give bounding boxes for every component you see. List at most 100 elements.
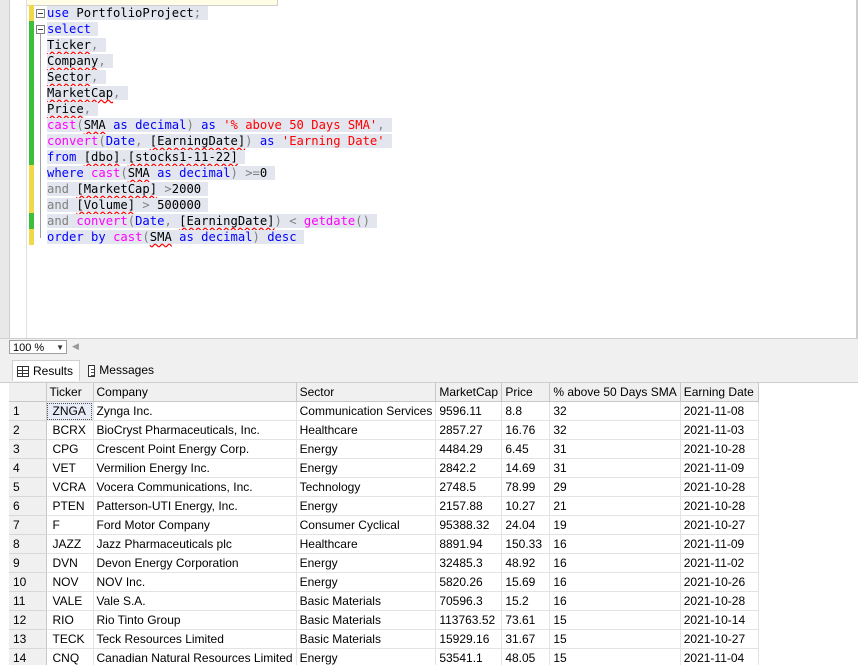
fold-toggle-use-icon[interactable]: [36, 9, 45, 18]
grid-cell[interactable]: Technology: [296, 477, 437, 497]
grid-cell[interactable]: Zynga Inc.: [93, 401, 297, 421]
code-line[interactable]: Sector,: [47, 69, 106, 85]
code-line[interactable]: use PortfolioProject;: [47, 5, 209, 21]
grid-corner-cell[interactable]: [9, 383, 47, 402]
grid-cell[interactable]: 95388.32: [435, 515, 503, 535]
row-number[interactable]: 11: [9, 591, 47, 611]
code-line[interactable]: Price,: [47, 101, 99, 117]
grid-cell[interactable]: 8891.94: [435, 534, 503, 554]
grid-cell[interactable]: 2021-10-28: [680, 439, 759, 459]
grid-cell[interactable]: 2021-10-27: [680, 515, 759, 535]
grid-cell[interactable]: Basic Materials: [296, 591, 437, 611]
zoom-select[interactable]: 100 % ▼: [9, 340, 67, 354]
grid-cell[interactable]: 2857.27: [435, 420, 503, 440]
table-row[interactable]: 8 JAZZ Jazz Pharmaceuticals plc Healthcare 8…: [9, 534, 759, 554]
column-header[interactable]: MarketCap: [435, 383, 503, 402]
grid-cell[interactable]: 2021-10-28: [680, 591, 759, 611]
scroll-left-arrow-icon[interactable]: ◀: [72, 341, 79, 352]
grid-cell[interactable]: 2748.5: [435, 477, 503, 497]
grid-cell[interactable]: 9596.11: [435, 401, 503, 421]
grid-cell[interactable]: 2021-10-26: [680, 572, 759, 592]
grid-cell[interactable]: 15: [549, 629, 681, 649]
grid-cell[interactable]: Devon Energy Corporation: [93, 553, 297, 573]
code-line[interactable]: convert(Date, [EarningDate]) as 'Earning…: [47, 133, 392, 149]
column-header[interactable]: Company: [93, 383, 297, 402]
grid-cell[interactable]: 48.92: [501, 553, 551, 573]
grid-cell[interactable]: Basic Materials: [296, 629, 437, 649]
grid-cell[interactable]: 16: [549, 553, 681, 573]
grid-cell[interactable]: Energy: [296, 458, 437, 478]
table-row[interactable]: 11 VALE Vale S.A. Basic Materials 70596.3 15.…: [9, 591, 759, 611]
grid-cell[interactable]: CNQ: [46, 648, 94, 665]
grid-cell[interactable]: 21: [549, 496, 681, 516]
grid-cell[interactable]: VET: [46, 458, 94, 478]
grid-cell[interactable]: Healthcare: [296, 534, 437, 554]
table-row[interactable]: 9 DVN Devon Energy Corporation Energy 32485.…: [9, 553, 759, 573]
grid-cell[interactable]: ZNGA: [46, 401, 94, 421]
grid-cell[interactable]: 15929.16: [435, 629, 503, 649]
grid-cell[interactable]: VCRA: [46, 477, 94, 497]
grid-cell[interactable]: Basic Materials: [296, 610, 437, 630]
grid-cell[interactable]: 15.2: [501, 591, 551, 611]
grid-cell[interactable]: 113763.52: [435, 610, 503, 630]
table-row[interactable]: 6 PTEN Patterson-UTI Energy, Inc. Energy 215…: [9, 496, 759, 516]
grid-cell[interactable]: 2157.88: [435, 496, 503, 516]
grid-cell[interactable]: 6.45: [501, 439, 551, 459]
grid-cell[interactable]: 32485.3: [435, 553, 503, 573]
row-number[interactable]: 12: [9, 610, 47, 630]
column-header[interactable]: Ticker: [46, 383, 94, 402]
grid-cell[interactable]: 2021-11-08: [680, 401, 759, 421]
grid-cell[interactable]: Communication Services: [296, 401, 437, 421]
column-header[interactable]: Earning Date: [680, 383, 759, 402]
grid-cell[interactable]: F: [46, 515, 94, 535]
grid-cell[interactable]: 15.69: [501, 572, 551, 592]
grid-cell[interactable]: 32: [549, 401, 681, 421]
grid-cell[interactable]: VALE: [46, 591, 94, 611]
grid-cell[interactable]: 78.99: [501, 477, 551, 497]
grid-cell[interactable]: 5820.26: [435, 572, 503, 592]
code-line[interactable]: and [Volume] > 500000: [47, 197, 209, 213]
grid-cell[interactable]: Energy: [296, 572, 437, 592]
grid-cell[interactable]: 15: [549, 648, 681, 665]
row-number[interactable]: 1: [9, 401, 47, 421]
grid-cell[interactable]: Rio Tinto Group: [93, 610, 297, 630]
row-number[interactable]: 3: [9, 439, 47, 459]
code-line[interactable]: cast(SMA as decimal) as '% above 50 Days…: [47, 117, 392, 133]
grid-cell[interactable]: 2021-10-28: [680, 477, 759, 497]
row-number[interactable]: 8: [9, 534, 47, 554]
grid-cell[interactable]: 16.76: [501, 420, 551, 440]
code-line[interactable]: MarketCap,: [47, 85, 128, 101]
grid-cell[interactable]: 16: [549, 572, 681, 592]
grid-cell[interactable]: BioCryst Pharmaceuticals, Inc.: [93, 420, 297, 440]
grid-cell[interactable]: 19: [549, 515, 681, 535]
grid-cell[interactable]: 4484.29: [435, 439, 503, 459]
grid-cell[interactable]: 2021-11-03: [680, 420, 759, 440]
table-row[interactable]: 7 F Ford Motor Company Consumer Cyclical 953…: [9, 515, 759, 535]
grid-cell[interactable]: 48.05: [501, 648, 551, 665]
row-number[interactable]: 9: [9, 553, 47, 573]
grid-cell[interactable]: Energy: [296, 648, 437, 665]
row-number[interactable]: 7: [9, 515, 47, 535]
grid-cell[interactable]: 70596.3: [435, 591, 503, 611]
grid-cell[interactable]: 2021-10-14: [680, 610, 759, 630]
grid-cell[interactable]: NOV Inc.: [93, 572, 297, 592]
row-number[interactable]: 2: [9, 420, 47, 440]
table-row[interactable]: 3 CPG Crescent Point Energy Corp. Energy 448…: [9, 439, 759, 459]
table-row[interactable]: 14 CNQ Canadian Natural Resources Limited E…: [9, 648, 759, 665]
grid-cell[interactable]: 2021-11-09: [680, 458, 759, 478]
grid-cell[interactable]: PTEN: [46, 496, 94, 516]
grid-cell[interactable]: 8.8: [501, 401, 551, 421]
code-line[interactable]: from [dbo].[stocks1-11-22]: [47, 149, 246, 165]
grid-cell[interactable]: JAZZ: [46, 534, 94, 554]
column-header[interactable]: Sector: [296, 383, 437, 402]
grid-cell[interactable]: 10.27: [501, 496, 551, 516]
grid-cell[interactable]: Vocera Communications, Inc.: [93, 477, 297, 497]
column-header[interactable]: % above 50 Days SMA: [549, 383, 681, 402]
grid-cell[interactable]: Energy: [296, 439, 437, 459]
grid-cell[interactable]: 31: [549, 458, 681, 478]
grid-cell[interactable]: 16: [549, 534, 681, 554]
table-row[interactable]: 2 BCRX BioCryst Pharmaceuticals, Inc. Healt…: [9, 420, 759, 440]
grid-cell[interactable]: DVN: [46, 553, 94, 573]
grid-cell[interactable]: 14.69: [501, 458, 551, 478]
column-header[interactable]: Price: [501, 383, 551, 402]
